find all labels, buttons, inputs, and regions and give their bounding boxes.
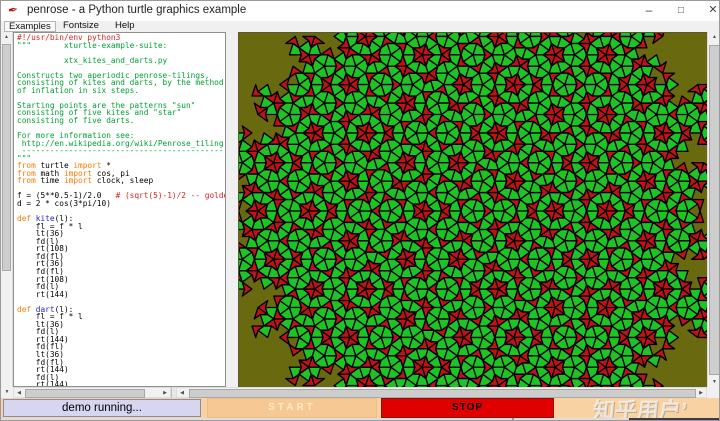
start-button[interactable]: START — [207, 398, 377, 418]
scroll-right-icon[interactable]: ▶ — [696, 388, 706, 397]
code-line: of inflation in six steps. — [17, 85, 140, 95]
editor-vscroll-thumb[interactable] — [2, 44, 11, 271]
turtle-canvas-drawing — [239, 33, 707, 387]
scroll-left-icon[interactable]: ◀ — [177, 388, 187, 397]
close-button[interactable]: ✕ — [699, 2, 719, 20]
code-line: xtx_kites_and_darts.py — [17, 55, 168, 65]
scroll-left-icon[interactable]: ◀ — [14, 388, 24, 397]
menu-fontsize[interactable]: Fontsize — [59, 21, 103, 31]
watermark: 知乎用户’ — [591, 398, 689, 421]
code-line: consisting of five darts. — [17, 116, 135, 126]
main-area: ▲ #!/usr/bin/env python3 """ xturtle-exam… — [1, 32, 719, 387]
scroll-up-icon[interactable]: ▲ — [708, 32, 719, 42]
status-message: demo running... — [3, 399, 201, 417]
scroll-down-icon[interactable]: ▼ — [708, 377, 719, 387]
canvas-vscroll-thumb[interactable] — [709, 45, 719, 375]
code-line: rt(144) — [17, 289, 69, 299]
editor-horizontal-scrollbar[interactable]: ◀ ▶ — [13, 387, 171, 398]
bottom-bar: demo running... START STOP 知乎用户’ — [1, 398, 719, 420]
code-editor[interactable]: #!/usr/bin/env python3 """ xturtle-exampl… — [13, 32, 226, 387]
scrollbar-corner — [707, 387, 719, 398]
editor-vertical-scrollbar[interactable]: ▲ — [1, 32, 13, 387]
scroll-up-icon[interactable]: ▲ — [1, 32, 12, 42]
maximize-button[interactable]: □ — [667, 2, 695, 20]
app-pen-icon: ✒ — [7, 2, 19, 18]
minimize-button[interactable]: – — [635, 2, 663, 20]
menu-help[interactable]: Help — [111, 21, 139, 31]
code-line: """ xturtle-example-suite: — [17, 40, 168, 50]
code-line: from time import clock, sleep — [17, 176, 154, 186]
pane-divider[interactable] — [226, 32, 238, 387]
menu-examples[interactable]: Examples — [4, 21, 56, 32]
code-line: ----------------------------------------… — [17, 146, 224, 156]
title-bar: ✒ penrose - a Python turtle graphics exa… — [1, 1, 719, 22]
stop-button[interactable]: STOP — [381, 398, 554, 418]
editor-hscroll-thumb[interactable] — [25, 389, 145, 398]
scroll-right-icon[interactable]: ▶ — [160, 388, 170, 397]
code-line: d = 2 * cos(3*pi/10) — [17, 199, 111, 209]
code-text: #!/usr/bin/env python3 """ xturtle-exampl… — [17, 34, 225, 386]
turtle-canvas[interactable] — [238, 32, 707, 387]
scroll-down-icon[interactable]: ▼ — [1, 387, 13, 398]
app-window: ✒ penrose - a Python turtle graphics exa… — [0, 0, 720, 421]
window-title: penrose - a Python turtle graphics examp… — [27, 4, 247, 16]
canvas-vertical-scrollbar[interactable]: ▲ ▼ — [707, 32, 719, 387]
